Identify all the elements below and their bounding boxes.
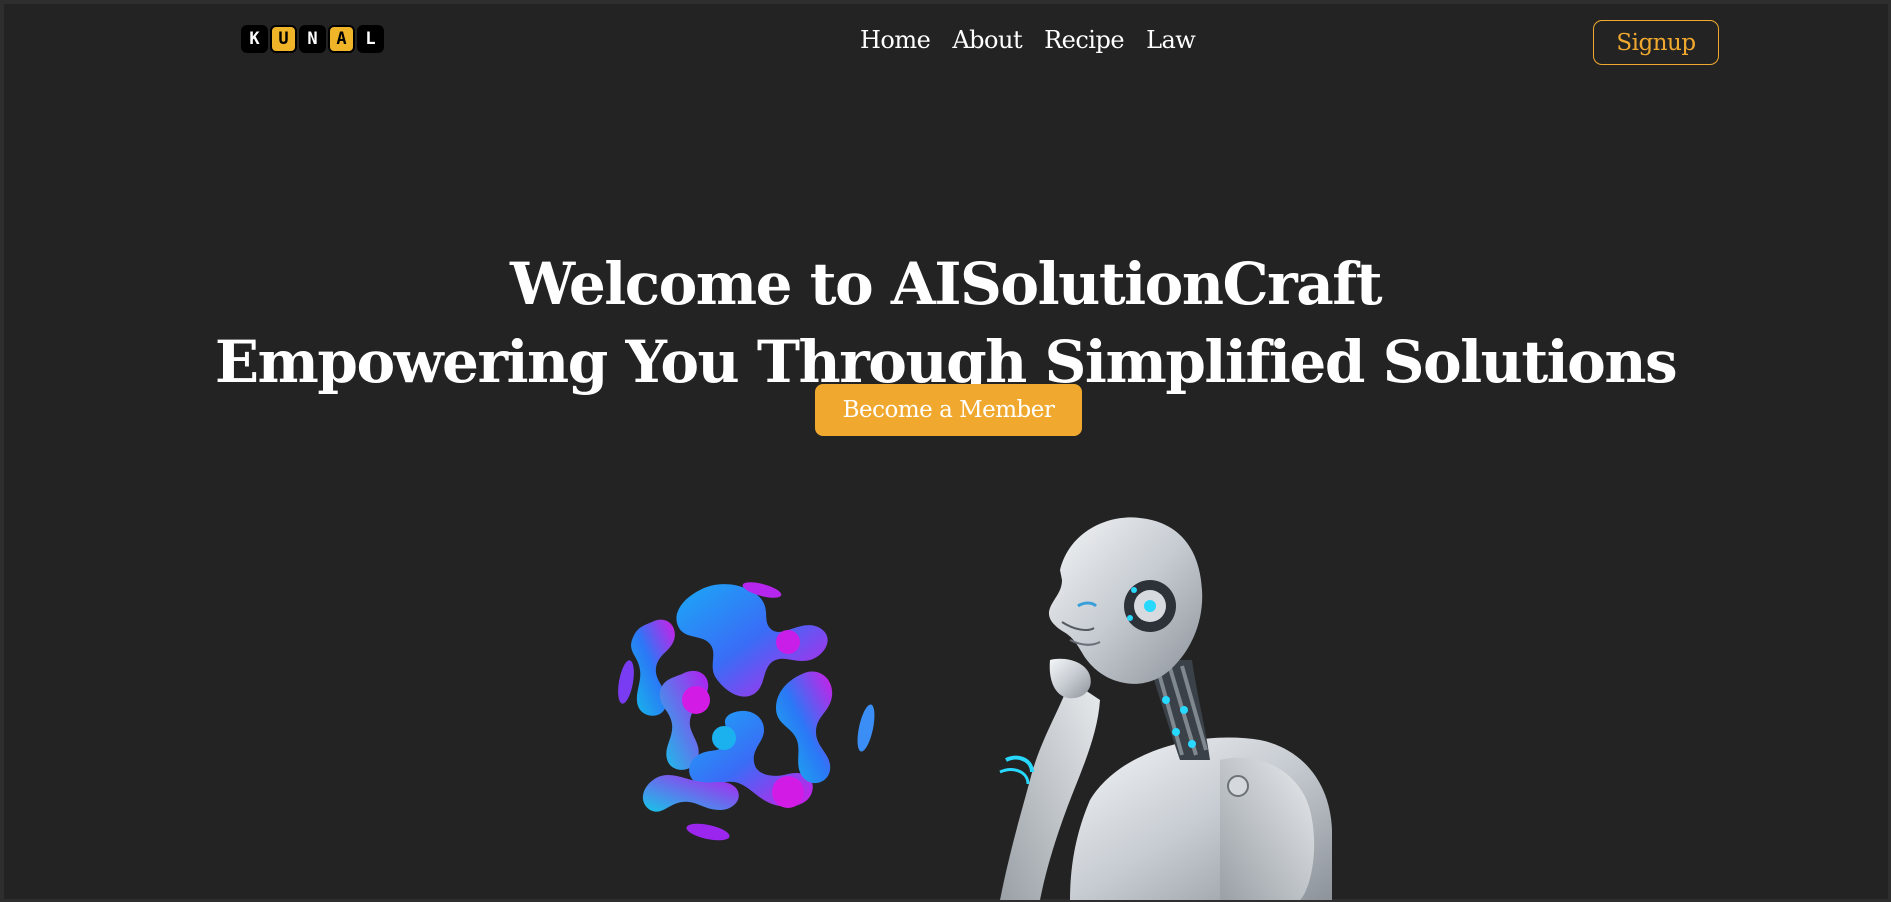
signup-button[interactable]: Signup (1593, 20, 1719, 65)
hero-title: Welcome to AISolutionCraft Empowering Yo… (0, 245, 1891, 401)
logo-letter: K (241, 25, 268, 53)
main-nav: Home About Recipe Law (860, 26, 1196, 54)
robot-illustration-icon (999, 517, 1332, 900)
logo-letter: N (299, 25, 326, 53)
logo-letter: U (270, 25, 297, 53)
nav-about[interactable]: About (952, 26, 1022, 54)
abstract-sphere-icon (618, 582, 875, 841)
nav-home[interactable]: Home (860, 26, 931, 54)
nav-recipe[interactable]: Recipe (1044, 26, 1124, 54)
logo-letter: A (328, 25, 355, 53)
nav-law[interactable]: Law (1146, 26, 1196, 54)
logo[interactable]: K U N A L (241, 25, 384, 53)
become-member-button[interactable]: Become a Member (815, 384, 1082, 436)
logo-letter: L (357, 25, 384, 53)
hero-line-1: Welcome to AISolutionCraft (509, 249, 1383, 318)
page-frame (0, 0, 1891, 902)
